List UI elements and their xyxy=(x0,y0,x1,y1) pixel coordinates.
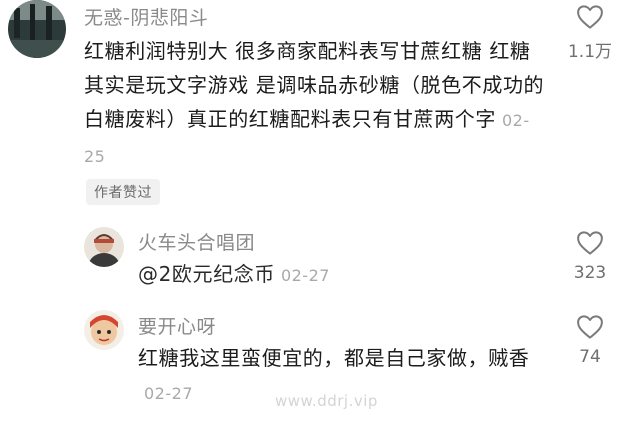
watermark: www.ddrj.vip xyxy=(275,392,378,410)
avatar[interactable] xyxy=(84,227,124,267)
heart-outline-icon[interactable] xyxy=(575,2,605,32)
heart-outline-icon[interactable] xyxy=(575,228,605,258)
like-count: 323 xyxy=(573,263,607,283)
mention-link[interactable]: @2欧元纪念币 xyxy=(138,262,275,286)
author-liked-badge: 作者赞过 xyxy=(86,179,160,205)
heart-outline-icon[interactable] xyxy=(575,312,605,342)
comment-text-content: 红糖我这里蛮便宜的，都是自己家做，贼香 xyxy=(138,346,530,370)
comment-date: 02-27 xyxy=(280,266,330,285)
like-button[interactable]: 74 xyxy=(560,310,620,372)
comment-text: 红糖利润特别大 很多商家配料表写甘蔗红糖 红糖 其实是玩文字游戏 是调味品赤砂糖… xyxy=(84,34,549,174)
comment-text: @2欧元纪念币 02-27 xyxy=(138,257,330,293)
comment-username[interactable]: 火车头合唱团 xyxy=(138,228,255,255)
comment-username[interactable]: 无惑-阴悲阳斗 xyxy=(84,3,208,30)
like-button[interactable]: 323 xyxy=(560,226,620,288)
like-count: 74 xyxy=(579,347,601,367)
like-button[interactable]: 1.1万 xyxy=(560,0,620,62)
comment-date: 02-27 xyxy=(144,384,193,403)
avatar[interactable] xyxy=(84,310,124,350)
comment-username[interactable]: 要开心呀 xyxy=(138,312,216,339)
comment-text-content: 红糖利润特别大 很多商家配料表写甘蔗红糖 红糖 其实是玩文字游戏 是调味品赤砂糖… xyxy=(84,39,545,131)
like-count: 1.1万 xyxy=(567,42,613,62)
avatar[interactable] xyxy=(8,0,66,58)
